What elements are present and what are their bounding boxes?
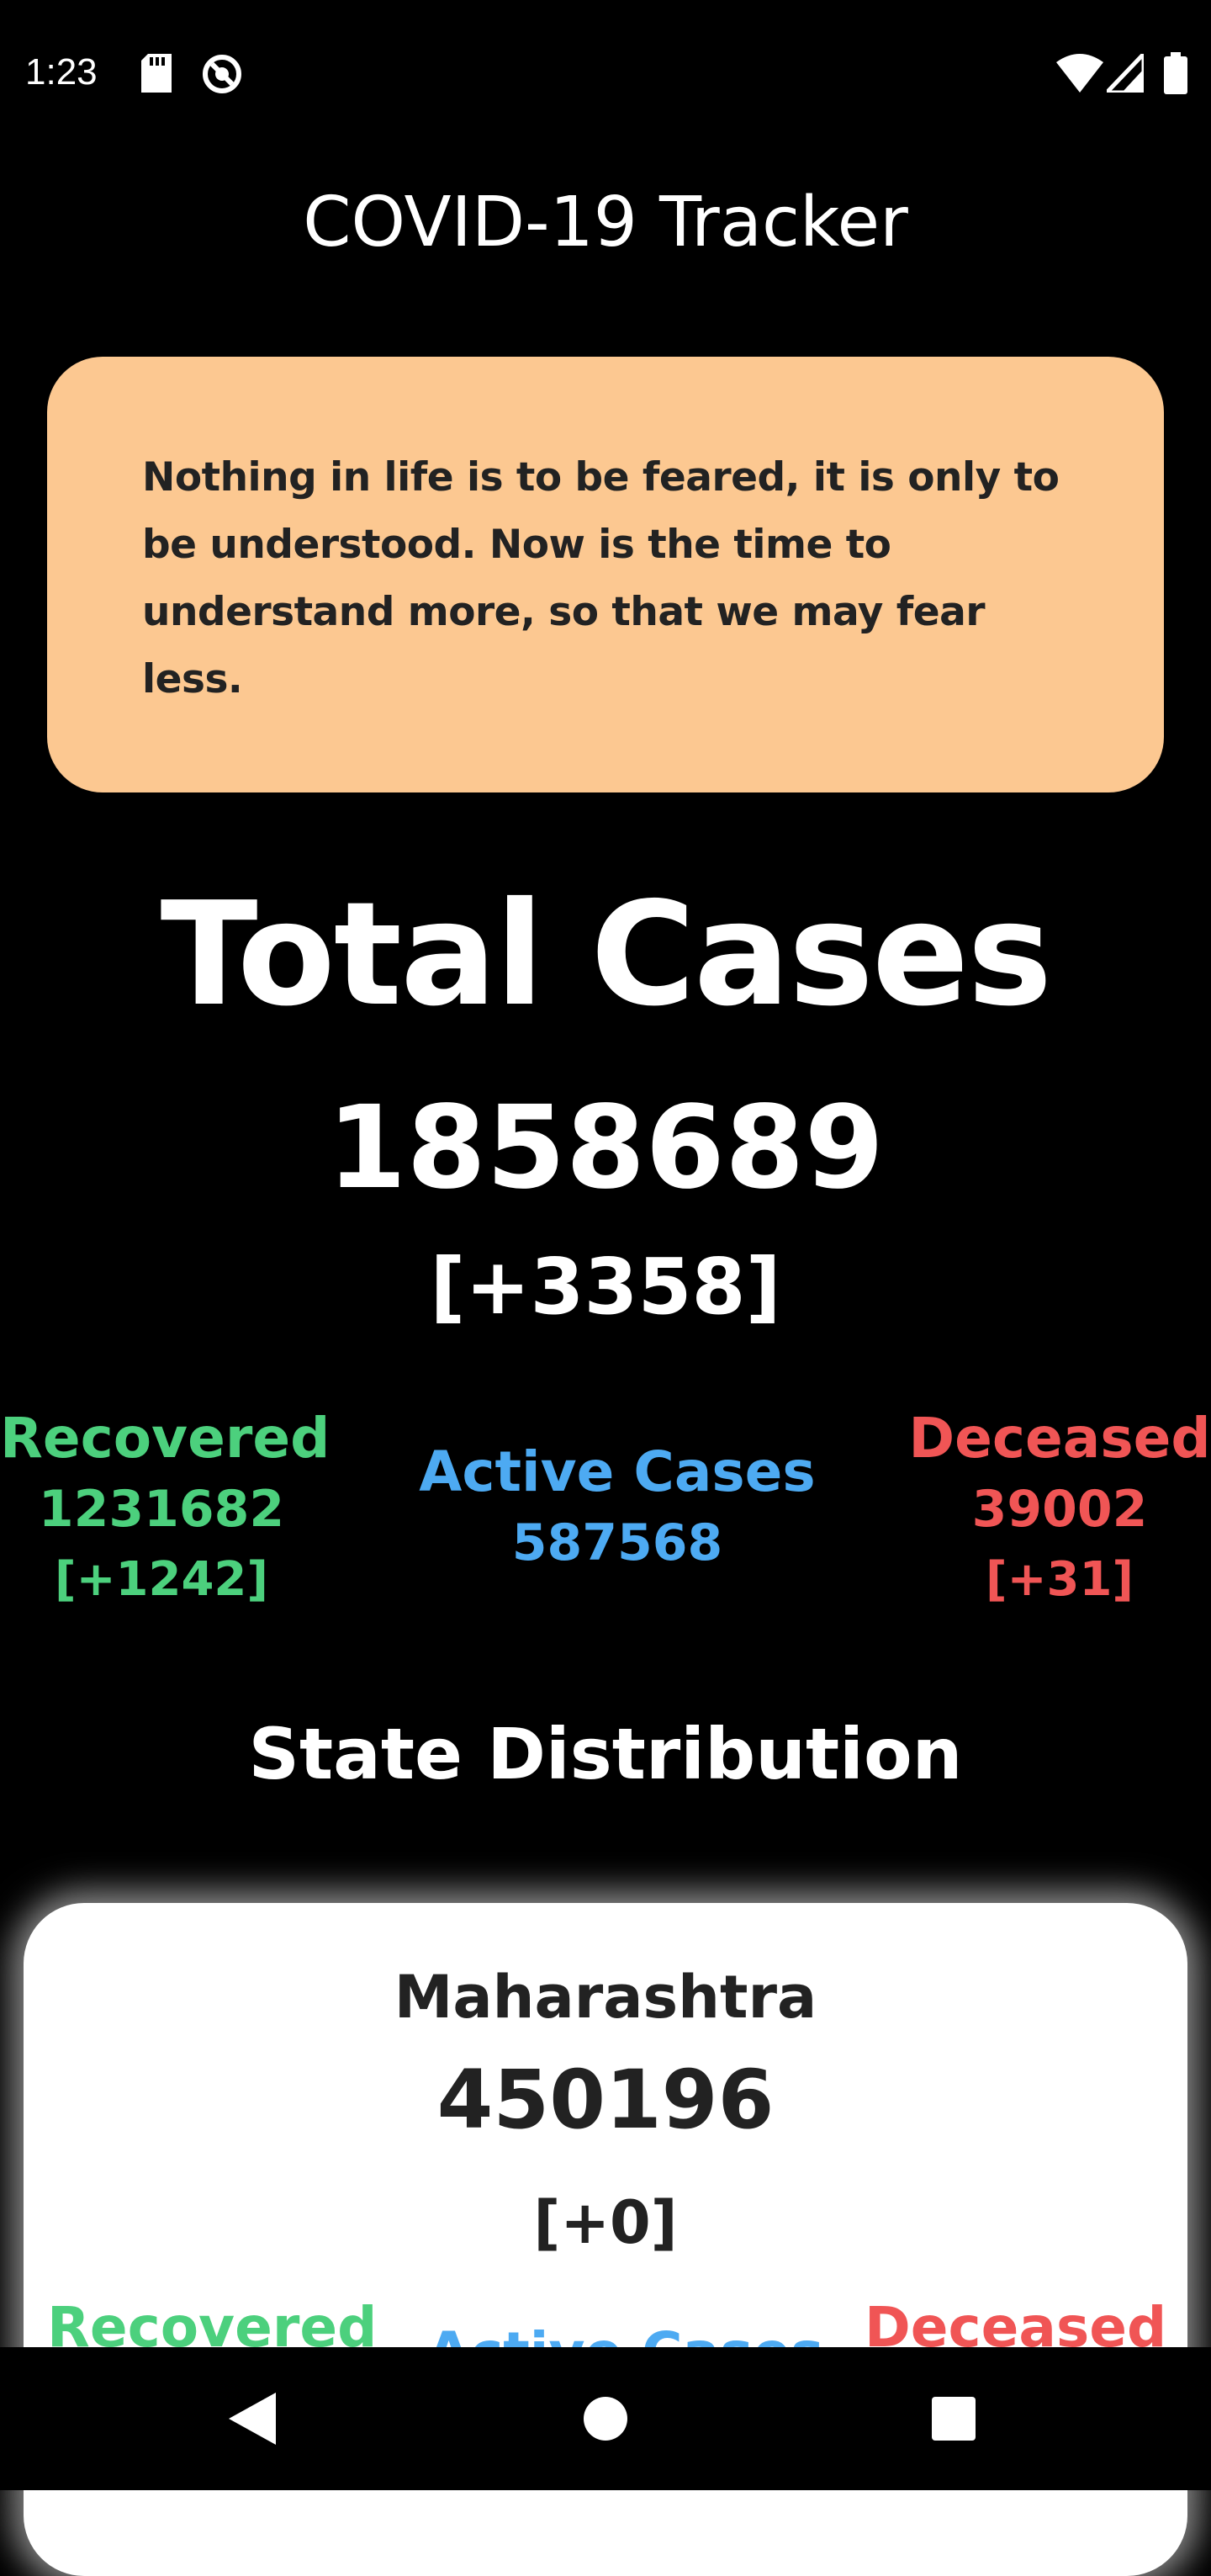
signal-icon (1102, 48, 1146, 95)
state-distribution-title: State Distribution (248, 1713, 963, 1795)
deceased-label: Deceased (908, 1406, 1211, 1471)
deceased-delta: [+31] (985, 1552, 1134, 1607)
total-cases-value: 1858689 (326, 1082, 885, 1215)
recents-icon (932, 2397, 976, 2441)
status-time: 1:23 (25, 51, 98, 93)
navigation-bar (0, 2347, 1211, 2490)
recents-button[interactable] (870, 2347, 1038, 2490)
deceased-stat: Deceased 39002 [+31] (891, 1403, 1211, 1615)
app-title: COVID-19 Tracker (303, 183, 908, 262)
back-button[interactable] (168, 2347, 336, 2490)
recovered-delta: [+1242] (55, 1552, 268, 1607)
state-total-delta: [+0] (533, 2188, 678, 2257)
quote-text: Nothing in life is to be feared, it is o… (142, 454, 1060, 702)
state-total-value: 450196 (436, 2053, 775, 2147)
status-bar: 1:23 (0, 0, 1211, 143)
battery-icon (1164, 52, 1187, 94)
active-value: 587568 (511, 1513, 723, 1572)
do-not-disturb-icon (202, 54, 242, 94)
active-stat: Active Cases 587568 (390, 1437, 844, 1578)
home-button[interactable] (521, 2347, 690, 2490)
recovered-label: Recovered (0, 1406, 331, 1471)
home-icon (584, 2397, 627, 2441)
wifi-icon (1056, 54, 1103, 93)
total-cases-delta: [+3358] (430, 1242, 781, 1332)
deceased-value: 39002 (971, 1480, 1148, 1539)
active-label: Active Cases (419, 1439, 816, 1504)
total-cases-heading: Total Cases (160, 872, 1053, 1038)
sd-card-icon (141, 54, 172, 93)
quote-card: Nothing in life is to be feared, it is o… (47, 357, 1164, 792)
recovered-stat: Recovered 1231682 [+1242] (0, 1403, 331, 1615)
state-name: Maharashtra (394, 1963, 817, 2032)
back-icon (229, 2393, 276, 2445)
recovered-value: 1231682 (38, 1480, 285, 1539)
